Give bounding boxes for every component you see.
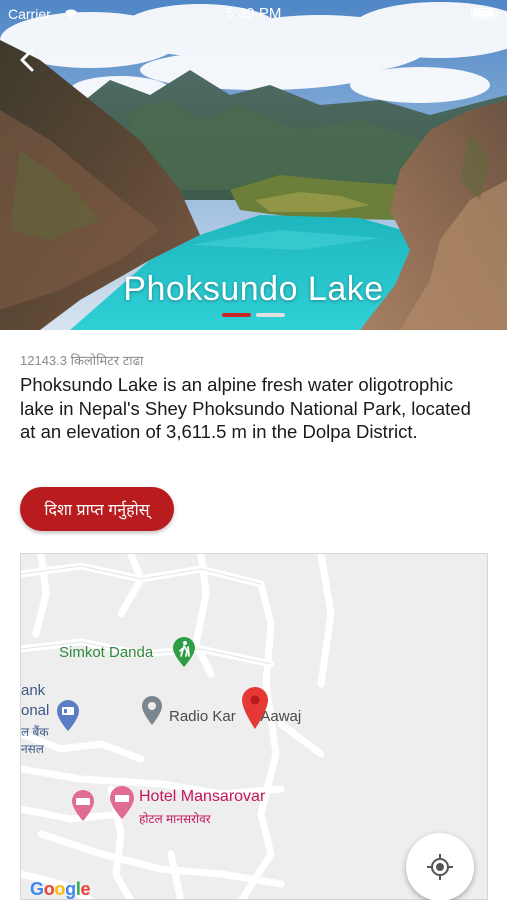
map-label-radio-karnali: Radio Kar i Aawaj (169, 708, 301, 725)
status-bar: Carrier 5:39 PM (0, 0, 507, 30)
my-location-button[interactable] (406, 833, 474, 900)
place-description: Phoksundo Lake is an alpine fresh water … (20, 374, 471, 442)
chevron-left-icon (20, 48, 34, 72)
hotel-mansarovar-icon[interactable] (109, 786, 135, 825)
map-label-bank-2: onal (21, 702, 50, 719)
map-label-hotel-mansarovar: Hotel Mansarovar (139, 788, 266, 805)
map-label-simkot-danda: Simkot Danda (59, 644, 154, 661)
battery-icon (471, 8, 498, 19)
hiking-icon[interactable] (171, 636, 197, 673)
distance-label: 12143.3 किलोमिटर टाढा (20, 353, 144, 368)
status-time: 5:39 PM (225, 5, 282, 22)
map-label-bank-3: ल बैंक (21, 725, 49, 739)
page-indicator-2[interactable] (256, 313, 285, 317)
map-label-radio-karnali-head: Radio Kar (169, 708, 236, 725)
map-label-bank-1: ank (21, 682, 46, 699)
place-title: Phoksundo Lake (123, 270, 384, 308)
back-button[interactable] (12, 42, 48, 78)
google-attribution: Google (30, 879, 91, 899)
image-page-indicator[interactable] (222, 313, 285, 319)
red-marker-icon[interactable] (241, 686, 269, 735)
place-pin-icon[interactable] (141, 696, 163, 731)
hero-image: Carrier 5:39 PM Phoksundo Lake (0, 0, 507, 330)
page-indicator-1[interactable] (222, 313, 251, 317)
map-label-bank-4: नसल (21, 742, 44, 756)
bank-icon[interactable] (56, 700, 80, 737)
my-location-icon (427, 854, 453, 880)
get-directions-button[interactable]: दिशा प्राप्त गर्नुहोस् (20, 487, 174, 531)
google-logo-text: Google (30, 879, 91, 899)
map-label-hotel-mansarovar-np: होटल मानसरोवर (139, 812, 211, 826)
hotel-icon[interactable] (71, 790, 95, 827)
